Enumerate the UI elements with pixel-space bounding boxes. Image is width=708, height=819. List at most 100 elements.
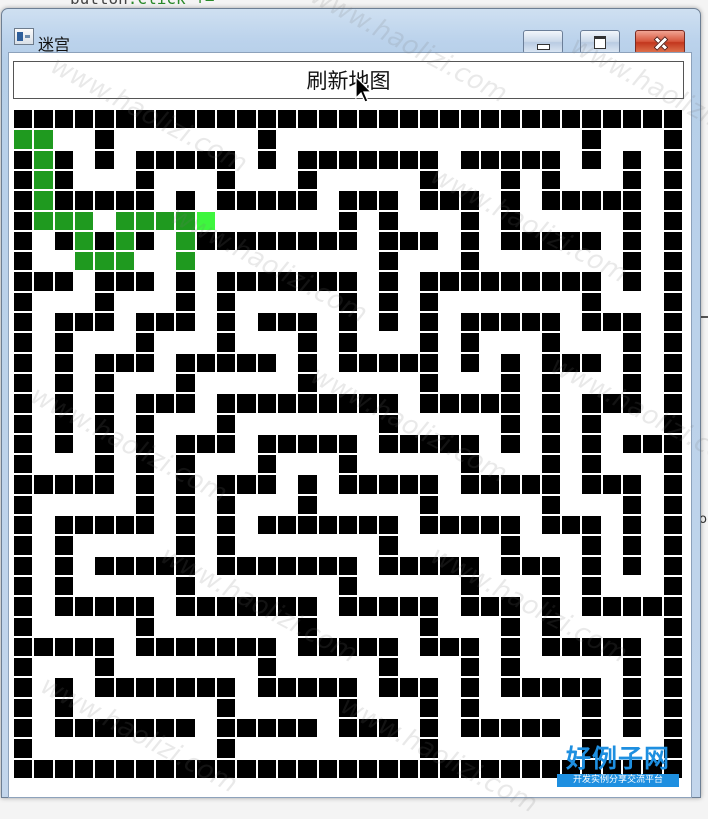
maze-wall-cell [256,677,277,698]
maze-wall-cell [662,454,683,475]
maze-wall-cell [500,413,521,434]
maze-wall-cell [459,393,480,414]
maze-open-cell [236,291,257,313]
maze-wall-cell [134,413,156,434]
maze-wall-cell [33,636,54,658]
maze-wall-cell [459,332,480,353]
maze-wall-cell [622,109,643,130]
maze-open-cell [479,494,501,516]
maze-wall-cell [216,393,237,414]
maze-open-cell [358,251,379,272]
maze-wall-cell [256,515,277,536]
maze-wall-cell [622,697,643,719]
maze-wall-cell [337,596,359,617]
maze-wall-cell [479,515,501,536]
maze-wall-cell [53,515,74,536]
maze-wall-cell [459,352,480,373]
maze-open-cell [236,312,257,333]
maze-wall-cell [622,332,643,353]
maze-open-cell [439,251,460,272]
maze-wall-cell [500,636,521,658]
maze-open-cell [317,718,338,739]
maze-open-cell [195,413,217,434]
maze-open-cell [419,657,440,678]
maze-open-cell [601,352,623,373]
maze-open-cell [358,169,379,191]
maze-open-cell [439,677,460,698]
maze-open-cell [317,332,338,353]
maze-open-cell [601,718,623,739]
maze-wall-cell [622,149,643,170]
maze-open-cell [73,271,95,292]
maze-wall-cell [622,718,643,739]
maze-wall-cell [520,474,541,495]
maze-wall-cell [13,697,34,719]
maze-wall-cell [378,149,399,170]
maze-open-cell [561,474,582,495]
maze-wall-cell [500,169,521,191]
maze-wall-cell [13,718,34,739]
maze-wall-cell [479,393,501,414]
maze-open-cell [256,738,277,759]
maze-wall-cell [276,515,298,536]
maze-wall-cell [398,758,420,779]
maze-wall-cell [520,149,541,170]
maze-open-cell [155,352,176,373]
maze-open-cell [195,697,217,719]
maze-wall-cell [236,352,257,373]
maze-wall-cell [601,474,623,495]
maze-open-cell [540,535,562,556]
maze-open-cell [439,657,460,678]
maze-open-cell [73,169,95,191]
maze-wall-cell [134,758,156,779]
maze-open-cell [642,271,663,292]
maze-wall-cell [662,575,683,597]
maze-wall-cell [500,372,521,394]
maze-wall-cell [114,190,135,211]
maze-open-cell [398,494,420,516]
maze-open-cell [33,616,54,637]
maze-open-cell [520,169,541,191]
maze-open-cell [479,738,501,759]
maze-wall-cell [216,738,237,759]
maze-open-cell [398,291,420,313]
maze-wall-cell [53,169,74,191]
maze-open-cell [439,596,460,617]
maze-open-cell [358,210,379,231]
maze-wall-cell [500,312,521,333]
maze-open-cell [398,697,420,719]
background-code-prefix: button [70,0,128,8]
maze-open-cell [276,352,298,373]
maze-open-cell [358,575,379,597]
maze-wall-cell [398,230,420,252]
maze-wall-cell [33,474,54,495]
maze-wall-cell [662,230,683,252]
maze-path-cell [134,210,156,231]
maze-wall-cell [358,109,379,130]
maze-wall-cell [662,190,683,211]
maze-open-cell [276,697,298,719]
maze-wall-cell [479,149,501,170]
maze-wall-cell [175,291,196,313]
maze-wall-cell [540,636,562,658]
maze-open-cell [155,575,176,597]
maze-open-cell [398,372,420,394]
maze-open-cell [520,393,541,414]
close-button[interactable] [635,30,685,54]
site-logo-subtitle: 开发实例分享交流平台 [557,774,679,787]
maze-wall-cell [297,149,318,170]
maze-open-cell [581,494,602,516]
maze-open-cell [398,454,420,475]
maze-open-cell [94,575,115,597]
maze-wall-cell [53,575,74,597]
maze-wall-cell [520,718,541,739]
maze-open-cell [561,657,582,678]
maze-wall-cell [459,251,480,272]
maze-wall-cell [601,312,623,333]
maze-open-cell [561,494,582,516]
maze-wall-cell [236,190,257,211]
maze-open-cell [439,129,460,150]
maze-wall-cell [622,657,643,678]
maze-wall-cell [398,474,420,495]
minimize-button[interactable] [523,30,563,54]
